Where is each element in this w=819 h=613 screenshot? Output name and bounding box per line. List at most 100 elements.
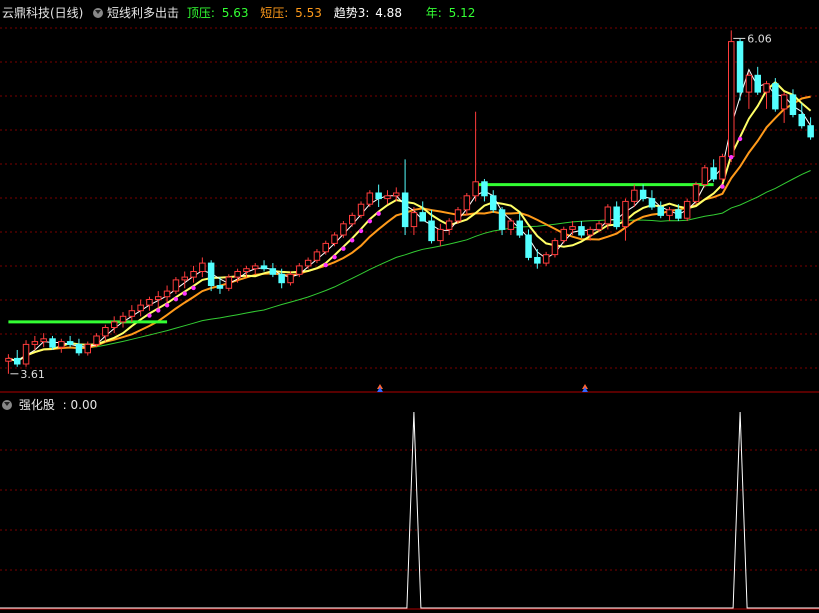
candle-body — [207, 262, 215, 287]
kline-chart[interactable]: 6.06 3.61 — [0, 0, 819, 613]
candle-body — [463, 195, 471, 211]
candle-body — [322, 242, 329, 253]
signal-dot — [341, 246, 346, 251]
candle-body — [789, 94, 797, 116]
signal-dot — [323, 262, 328, 268]
candle-body — [393, 192, 400, 197]
candle-body — [269, 268, 277, 275]
candle-body — [313, 251, 321, 261]
sub-indicator-label[interactable]: 强化股 — [19, 398, 55, 412]
year-value: 5.12 — [448, 6, 476, 20]
signal-dot — [729, 154, 734, 160]
candle-body — [728, 41, 735, 157]
candle-body — [49, 338, 56, 348]
candle-body — [287, 273, 294, 284]
candle-body — [66, 341, 74, 345]
signal-dots — [147, 136, 743, 392]
candle-body — [657, 206, 664, 216]
candle-body — [763, 83, 770, 93]
candle-body — [498, 209, 506, 230]
signal-dot — [156, 308, 161, 313]
top-press-label: 顶压: — [186, 6, 215, 20]
candle-body — [375, 192, 382, 200]
candle-body — [181, 276, 188, 281]
candle-body — [111, 321, 118, 328]
candle-body — [587, 228, 594, 236]
candle-body — [410, 212, 418, 228]
candle-body — [578, 226, 585, 236]
candle-body — [798, 114, 805, 127]
candle-body — [631, 189, 638, 202]
signal-dot — [350, 238, 355, 243]
dropdown-circle-icon[interactable] — [2, 400, 12, 410]
candle-body — [551, 240, 559, 256]
short-press-label: 短压: — [260, 6, 289, 20]
dropdown-circle-icon[interactable] — [93, 8, 104, 18]
year-label: 年: — [425, 6, 442, 20]
sub-indicator-value: : 0.00 — [62, 398, 98, 412]
candle-body — [84, 343, 91, 354]
candle-body — [331, 234, 338, 244]
candle-body — [516, 220, 523, 236]
candle-body — [14, 357, 21, 365]
candle-body — [172, 279, 180, 292]
candle-body — [304, 259, 312, 267]
candle-body — [366, 192, 374, 205]
candle-body — [225, 276, 233, 289]
candle-body — [569, 226, 576, 230]
candle-body — [736, 41, 744, 93]
signal-dot — [147, 313, 152, 318]
candle-body — [119, 315, 127, 323]
candle-body — [58, 341, 65, 348]
candle-body — [216, 285, 224, 289]
low-price-label: 3.61 — [20, 368, 45, 381]
candle-body — [31, 341, 39, 345]
sub-header: 强化股 : 0.00 — [2, 396, 97, 413]
candle-body — [401, 192, 409, 228]
candle-body — [772, 83, 779, 110]
candle-body — [199, 262, 206, 273]
candle-body — [560, 228, 567, 242]
candle-body — [675, 209, 682, 219]
candle-body — [163, 290, 171, 298]
top-press-value: 5.63 — [221, 6, 249, 20]
trend-label: 趋势3: — [333, 6, 370, 20]
candle-body — [701, 167, 709, 186]
candle-body — [243, 268, 250, 273]
candle-body — [260, 265, 268, 270]
candle-body — [296, 265, 303, 275]
candle-body — [710, 167, 717, 180]
candle-body — [754, 74, 761, 93]
candle-body — [613, 206, 620, 228]
candle-body — [648, 198, 656, 208]
candle-body — [349, 214, 356, 225]
candle-body — [102, 327, 109, 337]
candle-body — [75, 343, 83, 354]
candle-body — [490, 195, 497, 211]
candle-body — [666, 209, 673, 216]
trend-value: 4.88 — [375, 6, 402, 20]
short-press-value: 5.53 — [295, 6, 322, 20]
sub-indicator-panel — [0, 411, 819, 609]
candle-body — [780, 94, 788, 110]
candle-body — [146, 299, 153, 306]
candle-body — [190, 271, 197, 278]
stock-title[interactable]: 云鼎科技(日线) — [2, 6, 83, 20]
signal-dot — [173, 296, 179, 302]
indicator-name[interactable]: 短线利多出击 — [107, 6, 179, 20]
signal-dot — [332, 254, 337, 260]
candle-body — [93, 335, 100, 345]
main-header: 云鼎科技(日线) 短线利多出击 顶压: 5.63 短压: 5.53 趋势3: 4… — [2, 4, 475, 21]
signal-dot — [367, 218, 373, 224]
candle-body — [683, 200, 691, 219]
candle-body — [542, 254, 550, 264]
candle-body — [604, 206, 612, 225]
candle-body — [472, 181, 479, 197]
ma-short-line — [8, 80, 812, 363]
candle-body — [234, 271, 241, 278]
candle-body — [357, 203, 365, 216]
candle-body — [40, 338, 47, 343]
signal-dot — [720, 184, 725, 189]
signal-dot — [182, 291, 187, 296]
candle-body — [595, 223, 603, 230]
